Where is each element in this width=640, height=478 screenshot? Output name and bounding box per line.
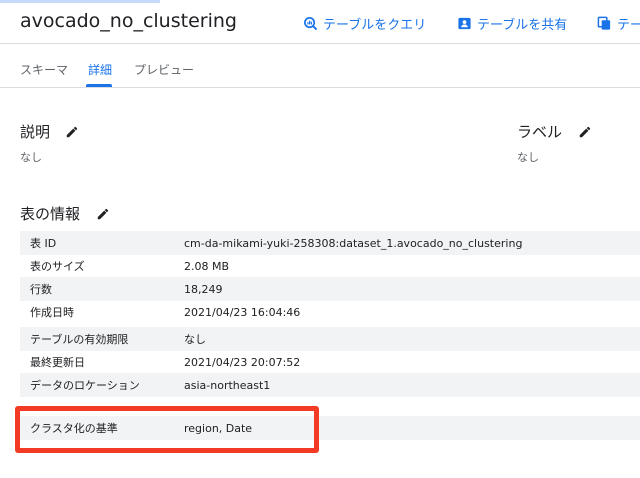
query-icon [303, 16, 318, 31]
description-heading: 説明 [20, 123, 51, 141]
row-value: 2021/04/23 20:07:52 [184, 355, 301, 369]
share-table-button[interactable]: テーブルを共有 [457, 12, 567, 34]
query-table-button[interactable]: テーブルをクエリ [303, 12, 426, 34]
row-key: 表 ID [30, 237, 57, 250]
row-value: 2.08 MB [184, 259, 230, 273]
page-title: avocado_no_clustering [20, 10, 237, 32]
edit-table-info-icon[interactable] [96, 206, 110, 220]
copy-icon [597, 16, 612, 31]
table-info-heading: 表の情報 [20, 205, 81, 223]
row-key: 最終更新日 [30, 356, 85, 369]
table-row: 作成日時 2021/04/23 16:04:46 [20, 300, 640, 324]
table-row: 表のサイズ 2.08 MB [20, 254, 640, 278]
table-row: 最終更新日 2021/04/23 20:07:52 [20, 350, 640, 374]
row-value: 18,249 [184, 282, 223, 296]
copy-table-button[interactable]: テー [597, 12, 640, 34]
tab-details[interactable]: 詳細 [88, 61, 112, 78]
tab-schema[interactable]: スキーマ [20, 61, 68, 78]
table-row: テーブルの有効期限 なし [20, 327, 640, 351]
active-tab-indicator [86, 84, 112, 87]
description-value: なし [20, 151, 42, 164]
tab-preview[interactable]: プレビュー [134, 61, 194, 78]
tab-bar: スキーマ 詳細 プレビュー [0, 44, 640, 88]
row-value: asia-northeast1 [184, 378, 271, 392]
row-key: 行数 [30, 283, 52, 296]
row-value: なし [184, 333, 206, 346]
row-key: テーブルの有効期限 [30, 333, 129, 346]
row-key: データのロケーション [30, 379, 140, 392]
row-key: 表のサイズ [30, 260, 85, 273]
clustering-highlight-box [15, 406, 319, 453]
page-header: avocado_no_clustering テーブルをクエリ テーブルを共有 テ… [0, 0, 640, 44]
share-table-label: テーブルを共有 [477, 17, 568, 33]
edit-description-icon[interactable] [65, 124, 79, 138]
table-row: 行数 18,249 [20, 277, 640, 301]
row-key: 作成日時 [30, 306, 74, 319]
labels-value: なし [517, 151, 539, 164]
table-row: データのロケーション asia-northeast1 [20, 373, 640, 397]
table-row: 表 ID cm-da-mikami-yuki-258308:dataset_1.… [20, 231, 640, 255]
row-value: 2021/04/23 16:04:46 [184, 305, 301, 319]
copy-table-label: テー [617, 17, 640, 33]
share-icon [457, 16, 472, 31]
labels-heading: ラベル [517, 123, 563, 141]
edit-labels-icon[interactable] [578, 124, 592, 138]
row-value: cm-da-mikami-yuki-258308:dataset_1.avoca… [184, 236, 523, 250]
query-table-label: テーブルをクエリ [323, 17, 427, 33]
